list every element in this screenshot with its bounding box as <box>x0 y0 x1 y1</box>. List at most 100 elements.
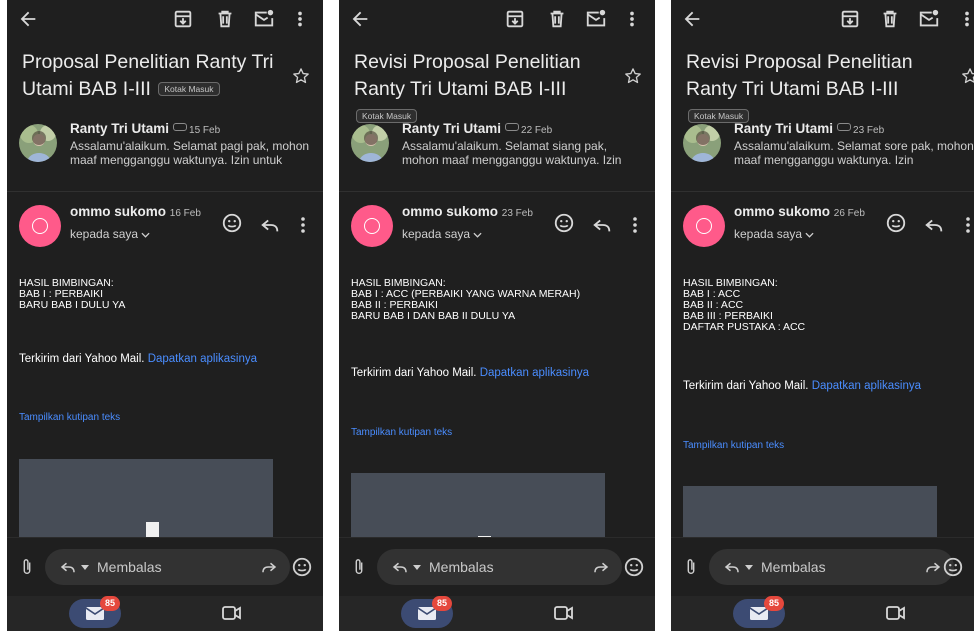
reply-composer: Membalas <box>339 537 655 596</box>
reply-icon[interactable] <box>391 558 409 576</box>
video-icon[interactable] <box>222 605 242 621</box>
attachment-icon[interactable] <box>352 558 366 576</box>
signature: Terkirim dari Yahoo Mail. Dapatkan aplik… <box>683 380 921 392</box>
nav-mail-tab[interactable]: 85 <box>733 596 785 628</box>
emoji-icon[interactable] <box>885 212 907 234</box>
expanded-message-header: ommo sukomo 23 Feb kepada saya <box>339 196 655 256</box>
recipient-dropdown[interactable]: kepada saya <box>402 227 482 241</box>
email-screen-1: Proposal Penelitian Ranty Tri Utami BAB … <box>7 0 323 631</box>
video-icon[interactable] <box>886 605 906 621</box>
more-vert-icon[interactable] <box>621 8 637 30</box>
emoji-icon[interactable] <box>623 556 645 578</box>
star-icon[interactable] <box>960 66 974 86</box>
signature: Terkirim dari Yahoo Mail. Dapatkan aplik… <box>19 353 257 365</box>
mark-unread-icon[interactable] <box>918 8 940 30</box>
get-app-link[interactable]: Dapatkan aplikasinya <box>148 353 257 365</box>
attachment-icon[interactable] <box>20 558 34 576</box>
trash-icon[interactable] <box>879 8 901 30</box>
sender-avatar-photo <box>683 124 721 162</box>
label-icon <box>837 123 852 131</box>
reply-icon[interactable] <box>59 558 77 576</box>
collapsed-message[interactable]: Ranty Tri Utami 15 Feb Assalamu'alaikum. … <box>7 118 323 188</box>
message-date: 22 Feb <box>521 125 553 136</box>
reply-icon[interactable] <box>259 214 281 236</box>
video-icon[interactable] <box>554 605 574 621</box>
mark-unread-icon[interactable] <box>585 8 607 30</box>
recipient-label: kepada saya <box>70 227 139 241</box>
top-app-bar <box>7 0 323 38</box>
divider <box>7 191 323 192</box>
trash-icon[interactable] <box>546 8 568 30</box>
nav-mail-tab[interactable]: 85 <box>401 596 453 628</box>
nav-mail-tab[interactable]: 85 <box>69 596 121 628</box>
inbox-label-badge[interactable]: Kotak Masuk <box>158 82 220 96</box>
recipient-dropdown[interactable]: kepada saya <box>70 227 150 241</box>
file-icon <box>146 522 159 538</box>
attachment-icon[interactable] <box>684 558 698 576</box>
reply-composer: Membalas <box>671 537 974 596</box>
sender-line: ommo sukomo 23 Feb <box>402 204 533 219</box>
mark-unread-icon[interactable] <box>253 8 275 30</box>
archive-icon[interactable] <box>172 8 194 30</box>
more-vert-icon[interactable] <box>956 8 972 30</box>
reply-field[interactable]: Membalas <box>709 549 954 585</box>
reply-label: Membalas <box>97 559 162 575</box>
reply-field[interactable]: Membalas <box>45 549 290 585</box>
message-body: HASIL BIMBINGAN: BAB I : ACC BAB II : ACC B… <box>683 278 805 333</box>
sender-name: Ranty Tri Utami <box>402 121 502 136</box>
sender-line: Ranty Tri Utami 23 Feb <box>734 121 884 136</box>
more-vert-icon[interactable] <box>296 214 310 236</box>
reply-icon[interactable] <box>723 558 741 576</box>
get-app-link[interactable]: Dapatkan aplikasinya <box>812 380 921 392</box>
message-body: HASIL BIMBINGAN: BAB I : ACC (PERBAIKI YA… <box>351 278 580 322</box>
star-icon[interactable] <box>623 66 643 86</box>
reply-icon[interactable] <box>591 214 613 236</box>
back-arrow-icon[interactable] <box>17 8 39 30</box>
body-line: BARU BAB I DAN BAB II DULU YA <box>351 310 516 322</box>
sender-avatar-photo <box>19 124 57 162</box>
recipient-dropdown[interactable]: kepada saya <box>734 227 814 241</box>
emoji-icon[interactable] <box>221 212 243 234</box>
back-arrow-icon[interactable] <box>681 8 703 30</box>
collapsed-message[interactable]: Ranty Tri Utami 22 Feb Assalamu'alaikum. … <box>339 118 655 188</box>
reply-icon[interactable] <box>923 214 945 236</box>
trash-icon[interactable] <box>214 8 236 30</box>
chevron-down-icon[interactable] <box>413 565 421 570</box>
emoji-icon[interactable] <box>553 212 575 234</box>
show-quoted-text-link[interactable]: Tampilkan kutipan teks <box>351 427 452 438</box>
expanded-message-header: ommo sukomo 26 Feb kepada saya <box>671 196 974 256</box>
star-icon[interactable] <box>291 66 311 86</box>
show-quoted-text-link[interactable]: Tampilkan kutipan teks <box>19 412 120 423</box>
top-app-bar <box>671 0 974 38</box>
chevron-down-icon[interactable] <box>81 565 89 570</box>
emoji-icon[interactable] <box>942 556 964 578</box>
forward-icon[interactable] <box>924 558 942 576</box>
collapsed-message[interactable]: Ranty Tri Utami 23 Feb Assalamu'alaikum. … <box>671 118 974 188</box>
archive-icon[interactable] <box>504 8 526 30</box>
attachment-preview[interactable] <box>19 459 273 549</box>
chevron-down-icon <box>805 232 814 238</box>
bottom-navigation: 85 <box>671 596 974 631</box>
more-vert-icon[interactable] <box>961 214 974 236</box>
reply-composer: Membalas <box>7 537 323 596</box>
get-app-link[interactable]: Dapatkan aplikasinya <box>480 367 589 379</box>
back-arrow-icon[interactable] <box>349 8 371 30</box>
chevron-down-icon[interactable] <box>745 565 753 570</box>
top-app-bar <box>339 0 655 38</box>
message-snippet: Assalamu'alaikum. Selamat sore pak, moho… <box>734 139 974 167</box>
more-vert-icon[interactable] <box>289 8 305 30</box>
signature-text: Terkirim dari Yahoo Mail. <box>19 353 145 365</box>
more-vert-icon[interactable] <box>628 214 642 236</box>
reply-label: Membalas <box>761 559 826 575</box>
forward-icon[interactable] <box>260 558 278 576</box>
sender-line: ommo sukomo 16 Feb <box>70 204 201 219</box>
sender-name: ommo sukomo <box>402 204 499 219</box>
body-line: BARU BAB I DULU YA <box>19 299 126 311</box>
message-body: HASIL BIMBINGAN: BAB I : PERBAIKI BARU BAB… <box>19 278 125 311</box>
reply-field[interactable]: Membalas <box>377 549 622 585</box>
archive-icon[interactable] <box>839 8 861 30</box>
forward-icon[interactable] <box>592 558 610 576</box>
show-quoted-text-link[interactable]: Tampilkan kutipan teks <box>683 440 784 451</box>
emoji-icon[interactable] <box>291 556 313 578</box>
sender-name: ommo sukomo <box>734 204 831 219</box>
